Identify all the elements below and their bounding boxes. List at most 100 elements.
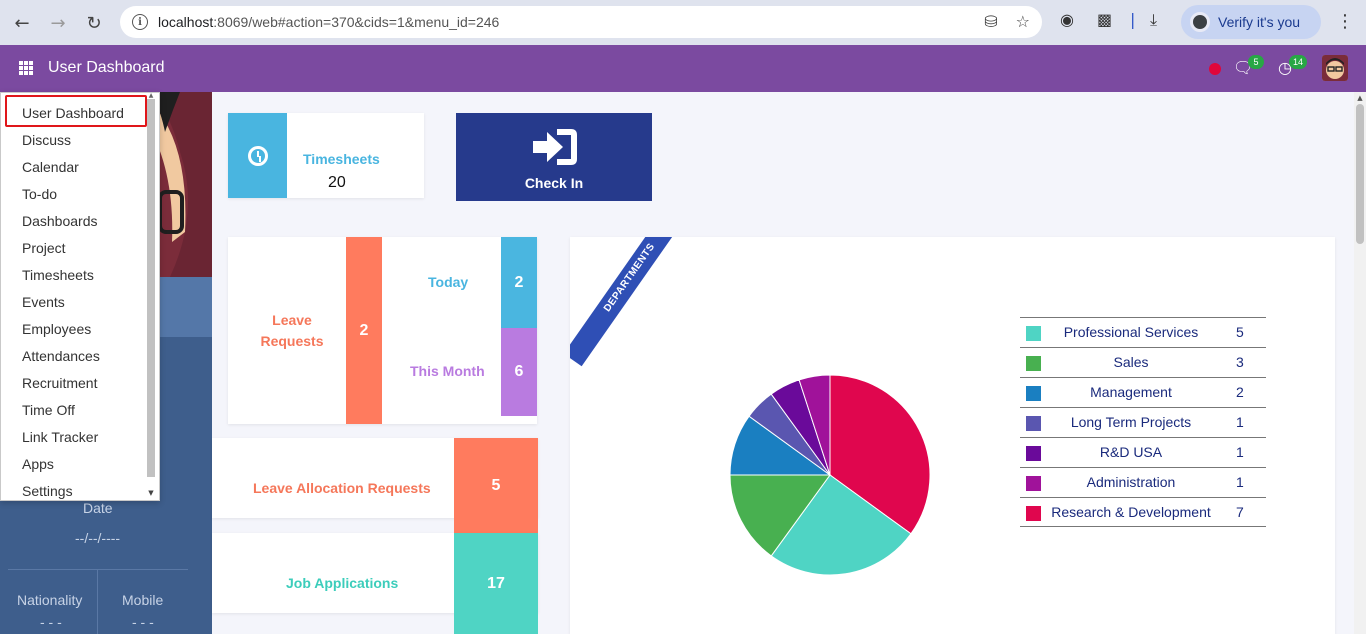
legend-swatch (1026, 386, 1041, 401)
toolbar-divider: | (1130, 10, 1136, 29)
legend-label: R&D USA (1099, 444, 1163, 460)
legend-value: 1 (1236, 414, 1244, 430)
menu-item-events[interactable]: Events (22, 294, 65, 310)
legend-swatch (1026, 476, 1041, 491)
today-count[interactable]: 2 (501, 237, 537, 328)
nationality-value: - - - (40, 614, 62, 630)
address-bar[interactable]: i localhost:8069/web#action=370&cids=1&m… (120, 6, 1042, 38)
back-icon[interactable]: ← (9, 10, 35, 36)
menu-item-employees[interactable]: Employees (22, 321, 91, 337)
departments-pie-chart (729, 374, 931, 576)
legend-swatch (1026, 356, 1041, 371)
legend-label: Administration (1086, 474, 1176, 490)
browser-toolbar: ← → ↻ i localhost:8069/web#action=370&ci… (0, 0, 1366, 45)
menu-item-attendances[interactable]: Attendances (22, 348, 100, 364)
legend-row: Administration 1 (1020, 467, 1266, 497)
legend-row: Professional Services 5 (1020, 317, 1266, 347)
departments-legend: Professional Services 5 Sales 3 Management 2 L… (1020, 317, 1266, 527)
menu-item-apps[interactable]: Apps (22, 456, 54, 472)
menu-item-project[interactable]: Project (22, 240, 66, 256)
clock-icon (247, 145, 268, 166)
timesheets-icon-block (228, 113, 287, 198)
nationality-label: Nationality (17, 592, 83, 608)
status-dot-icon (1209, 63, 1221, 75)
mobile-label: Mobile (122, 592, 164, 608)
scrollbar-thumb[interactable] (1356, 104, 1364, 244)
legend-value: 3 (1236, 354, 1244, 370)
page-scrollbar[interactable]: ▲ (1354, 92, 1366, 634)
legend-swatch (1026, 506, 1041, 521)
today-label: Today (428, 274, 469, 290)
legend-value: 1 (1236, 444, 1244, 460)
site-info-icon[interactable]: i (132, 14, 148, 30)
install-app-icon[interactable]: ⛁ (984, 12, 997, 31)
legend-value: 2 (1236, 384, 1244, 400)
leave-requests-count: 2 (346, 237, 382, 424)
menu-item-discuss[interactable]: Discuss (22, 132, 71, 148)
reload-icon[interactable]: ↻ (81, 10, 107, 36)
legend-value: 1 (1236, 474, 1244, 490)
menu-item-link-tracker[interactable]: Link Tracker (22, 429, 98, 445)
timesheets-label: Timesheets (303, 151, 380, 167)
check-in-button[interactable]: Check In (456, 113, 652, 201)
profile-icon (1190, 12, 1210, 32)
legend-label: Professional Services (1063, 324, 1199, 340)
divider (8, 569, 188, 570)
verify-button[interactable]: Verify it's you (1181, 5, 1321, 39)
date-value: --/--/---- (75, 530, 121, 546)
scroll-up-icon[interactable]: ▲ (1356, 94, 1364, 102)
legend-row: Research & Development 7 (1020, 497, 1266, 527)
legend-label: Research & Development (1051, 504, 1211, 520)
menu-item-calendar[interactable]: Calendar (22, 159, 79, 175)
menu-item-settings[interactable]: Settings (22, 483, 73, 499)
menu-scroll-down-icon[interactable]: ▼ (147, 489, 155, 497)
legend-row: Management 2 (1020, 377, 1266, 407)
app-title[interactable]: User Dashboard (48, 59, 165, 77)
activity-badge: 14 (1289, 55, 1308, 69)
sign-in-icon (533, 129, 577, 165)
incognito-extension-icon[interactable]: ◉ (1060, 10, 1074, 29)
mobile-value: - - - (132, 614, 154, 630)
departments-ribbon: DEPARTMENTS (570, 237, 697, 367)
app-navbar: User Dashboard 🗨 5 ◷ 14 (0, 45, 1366, 92)
legend-row: R&D USA 1 (1020, 437, 1266, 467)
url-text: localhost:8069/web#action=370&cids=1&men… (158, 14, 500, 30)
menu-scrollbar[interactable] (147, 99, 155, 477)
downloads-icon[interactable]: ⤓ (1150, 10, 1157, 30)
menu-item-dashboards[interactable]: Dashboards (22, 213, 98, 229)
leave-allocation-count: 5 (454, 438, 538, 533)
legend-swatch (1026, 326, 1041, 341)
timesheets-value: 20 (328, 174, 346, 191)
job-applications-label: Job Applications (286, 575, 399, 591)
date-label: Date (83, 500, 113, 516)
legend-label: Management (1090, 384, 1172, 400)
menu-item-time-off[interactable]: Time Off (22, 402, 75, 418)
menu-item-to-do[interactable]: To-do (22, 186, 57, 202)
divider (97, 569, 98, 634)
chat-badge: 5 (1248, 55, 1264, 69)
menu-item-timesheets[interactable]: Timesheets (22, 267, 94, 283)
verify-label: Verify it's you (1218, 14, 1301, 30)
bookmark-star-icon[interactable]: ☆ (1016, 12, 1030, 31)
user-avatar[interactable] (1322, 55, 1348, 81)
this-month-label: This Month (410, 363, 485, 379)
this-month-count[interactable]: 6 (501, 328, 537, 416)
apps-grid-icon[interactable] (19, 61, 33, 75)
check-in-label: Check In (524, 175, 584, 191)
legend-row: Long Term Projects 1 (1020, 407, 1266, 437)
legend-swatch (1026, 446, 1041, 461)
legend-label: Long Term Projects (1070, 414, 1192, 430)
legend-value: 7 (1236, 504, 1244, 520)
forward-icon[interactable]: → (45, 10, 71, 36)
menu-item-recruitment[interactable]: Recruitment (22, 375, 97, 391)
job-applications-count: 17 (454, 533, 538, 634)
leave-requests-label: Leave Requests (260, 312, 324, 349)
legend-label: Sales (1113, 354, 1149, 370)
menu-item-user-dashboard[interactable]: User Dashboard (22, 105, 124, 121)
legend-row: Sales 3 (1020, 347, 1266, 377)
extensions-puzzle-icon[interactable]: ▩ (1097, 10, 1112, 29)
legend-swatch (1026, 416, 1041, 431)
browser-menu-icon[interactable]: ⋮ (1336, 11, 1354, 32)
apps-dropdown-menu: ▲ ▼ User Dashboard Discuss Calendar To-do Da… (0, 92, 160, 501)
legend-value: 5 (1236, 324, 1244, 340)
